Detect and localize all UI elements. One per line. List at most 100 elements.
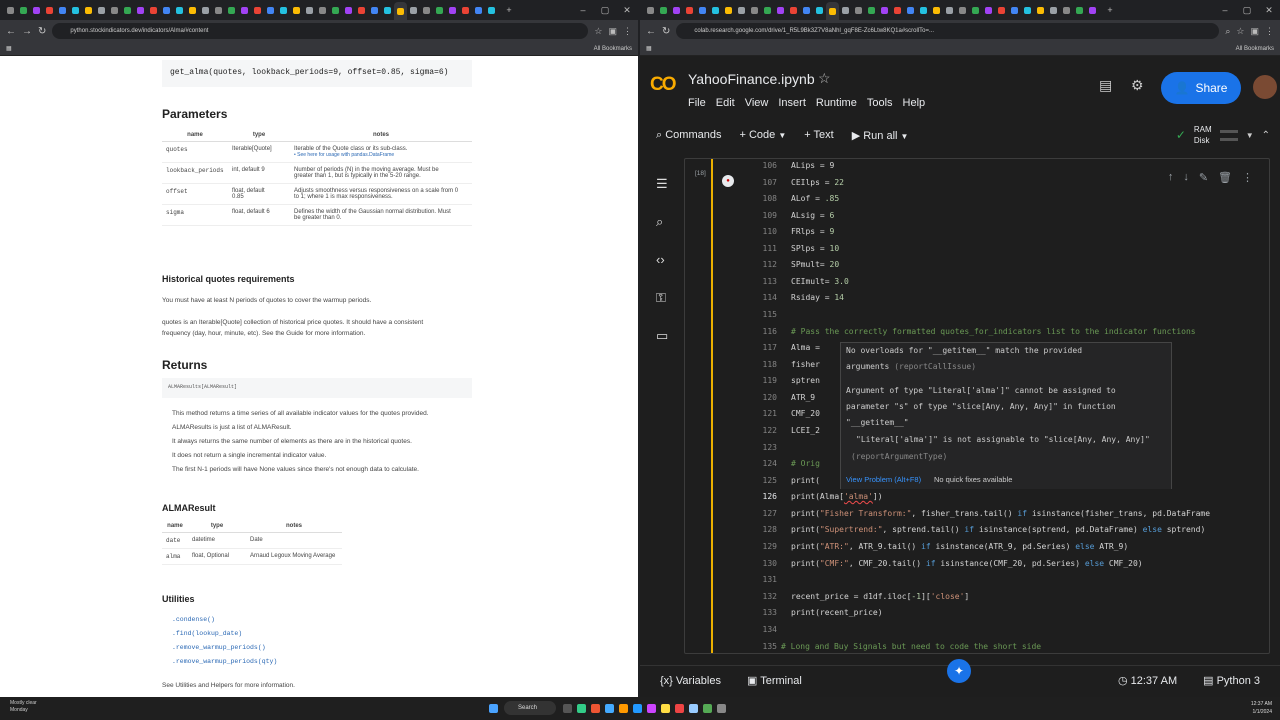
browser-tab[interactable]: [147, 3, 160, 17]
menu-edit[interactable]: Edit: [716, 97, 735, 109]
browser-tab[interactable]: [225, 3, 238, 17]
find-icon[interactable]: ⌕: [656, 214, 663, 230]
chevron-down-icon[interactable]: ▼: [1246, 131, 1254, 140]
browser-tab[interactable]: [956, 3, 969, 17]
browser-tab[interactable]: [709, 3, 722, 17]
maximize-icon[interactable]: ▢: [1236, 5, 1258, 16]
browser-tab[interactable]: [316, 3, 329, 17]
avatar[interactable]: [1253, 75, 1277, 99]
browser-tab[interactable]: [1021, 3, 1034, 17]
taskbar-app-icon[interactable]: [560, 701, 574, 715]
browser-tab[interactable]: [264, 3, 277, 17]
gear-icon[interactable]: ⚙: [1131, 77, 1144, 94]
browser-tab[interactable]: [1086, 3, 1099, 17]
add-code-button[interactable]: + Code ▼: [739, 129, 786, 141]
resources-indicator[interactable]: ✓ RAM Disk ▼ ⌃: [1176, 122, 1280, 148]
browser-tab[interactable]: [30, 3, 43, 17]
browser-tab[interactable]: [238, 3, 251, 17]
close-icon[interactable]: ✕: [616, 5, 638, 16]
url-field[interactable]: python.stockindicators.dev/indicators/Al…: [52, 23, 589, 39]
back-icon[interactable]: ←: [6, 26, 16, 37]
browser-tab[interactable]: [930, 3, 943, 17]
back-icon[interactable]: ←: [646, 26, 656, 37]
close-icon[interactable]: ✕: [1258, 5, 1280, 16]
browser-tab[interactable]: [813, 3, 826, 17]
browser-tab[interactable]: [670, 3, 683, 17]
taskbar-app-icon[interactable]: [588, 701, 602, 715]
browser-tab[interactable]: [108, 3, 121, 17]
browser-tab[interactable]: [251, 3, 264, 17]
gemini-icon[interactable]: ✦: [947, 659, 971, 683]
taskbar-app-icon[interactable]: [686, 701, 700, 715]
minimize-icon[interactable]: –: [1214, 5, 1236, 15]
menu-insert[interactable]: Insert: [778, 97, 806, 109]
browser-tab[interactable]: [943, 3, 956, 17]
taskbar-app-icon[interactable]: [602, 701, 616, 715]
browser-tab[interactable]: [852, 3, 865, 17]
commands-button[interactable]: ⌕ Commands: [656, 129, 721, 142]
browser-tab[interactable]: [904, 3, 917, 17]
browser-tab[interactable]: [160, 3, 173, 17]
menu-runtime[interactable]: Runtime: [816, 97, 857, 109]
menu-view[interactable]: View: [745, 97, 769, 109]
browser-tab[interactable]: [696, 3, 709, 17]
reload-icon[interactable]: ↻: [662, 26, 670, 37]
chevron-down-icon[interactable]: ▼: [778, 131, 786, 140]
zoom-icon[interactable]: ⌕: [1225, 26, 1230, 37]
browser-tab[interactable]: [865, 3, 878, 17]
key-icon[interactable]: ⚿: [656, 290, 666, 306]
browser-tab[interactable]: [121, 3, 134, 17]
taskbar-search[interactable]: Search: [504, 701, 556, 715]
runtime-indicator[interactable]: ▤ Python 3: [1203, 674, 1260, 687]
browser-tab[interactable]: [134, 3, 147, 17]
browser-tab[interactable]: [472, 3, 485, 17]
move-up-icon[interactable]: ↑: [1168, 171, 1174, 184]
utility-link[interactable]: .remove_warmup_periods(): [172, 644, 266, 651]
extensions-icon[interactable]: ▣: [1250, 26, 1259, 37]
browser-tab[interactable]: [277, 3, 290, 17]
browser-tab[interactable]: [917, 3, 930, 17]
browser-tab[interactable]: [800, 3, 813, 17]
browser-tab[interactable]: [433, 3, 446, 17]
browser-tab[interactable]: [4, 3, 17, 17]
browser-tab[interactable]: [69, 3, 82, 17]
system-tray[interactable]: 12:37 AM 1/1/2024: [1251, 700, 1272, 716]
bookmark-star-icon[interactable]: ☆: [594, 26, 602, 37]
menu-file[interactable]: File: [688, 97, 706, 109]
browser-tab[interactable]: [355, 3, 368, 17]
chevron-down-icon[interactable]: ▼: [901, 132, 909, 141]
star-icon[interactable]: ☆: [818, 70, 831, 87]
notebook-title[interactable]: YahooFinance.ipynb: [688, 71, 815, 87]
new-tab-icon[interactable]: +: [498, 5, 520, 15]
menu-icon[interactable]: ⋮: [623, 26, 632, 37]
apps-icon[interactable]: ▦: [646, 45, 652, 52]
run-cell-button[interactable]: ●: [722, 175, 734, 187]
browser-tab[interactable]: [368, 3, 381, 17]
browser-tab[interactable]: [342, 3, 355, 17]
extensions-icon[interactable]: ▣: [608, 26, 617, 37]
browser-tab[interactable]: [748, 3, 761, 17]
collapse-icon[interactable]: ⌃: [1262, 130, 1270, 141]
browser-tab[interactable]: [43, 3, 56, 17]
weather-widget[interactable]: Mostly clear Monday: [10, 700, 37, 714]
run-all-button[interactable]: ▶ Run all ▼: [852, 129, 909, 142]
browser-tab[interactable]: [878, 3, 891, 17]
url-field[interactable]: colab.research.google.com/drive/1_R5L9Bk…: [676, 23, 1220, 39]
browser-tab[interactable]: [1073, 3, 1086, 17]
browser-tab[interactable]: [56, 3, 69, 17]
browser-tab[interactable]: [173, 3, 186, 17]
add-text-button[interactable]: + Text: [804, 129, 833, 141]
browser-tab[interactable]: [17, 3, 30, 17]
maximize-icon[interactable]: ▢: [594, 5, 616, 16]
browser-tab[interactable]: [683, 3, 696, 17]
comment-icon[interactable]: ▤: [1099, 77, 1112, 94]
utility-link[interactable]: .remove_warmup_periods(qty): [172, 658, 277, 665]
variables-button[interactable]: {x} Variables: [660, 675, 721, 687]
browser-tab[interactable]: [446, 3, 459, 17]
menu-tools[interactable]: Tools: [867, 97, 893, 109]
browser-tab[interactable]: [420, 3, 433, 17]
edit-icon[interactable]: ✎: [1199, 171, 1208, 184]
utility-link[interactable]: .find(lookup_date): [172, 630, 242, 637]
delete-icon[interactable]: 🗑: [1218, 171, 1232, 184]
new-tab-icon[interactable]: +: [1099, 5, 1121, 15]
